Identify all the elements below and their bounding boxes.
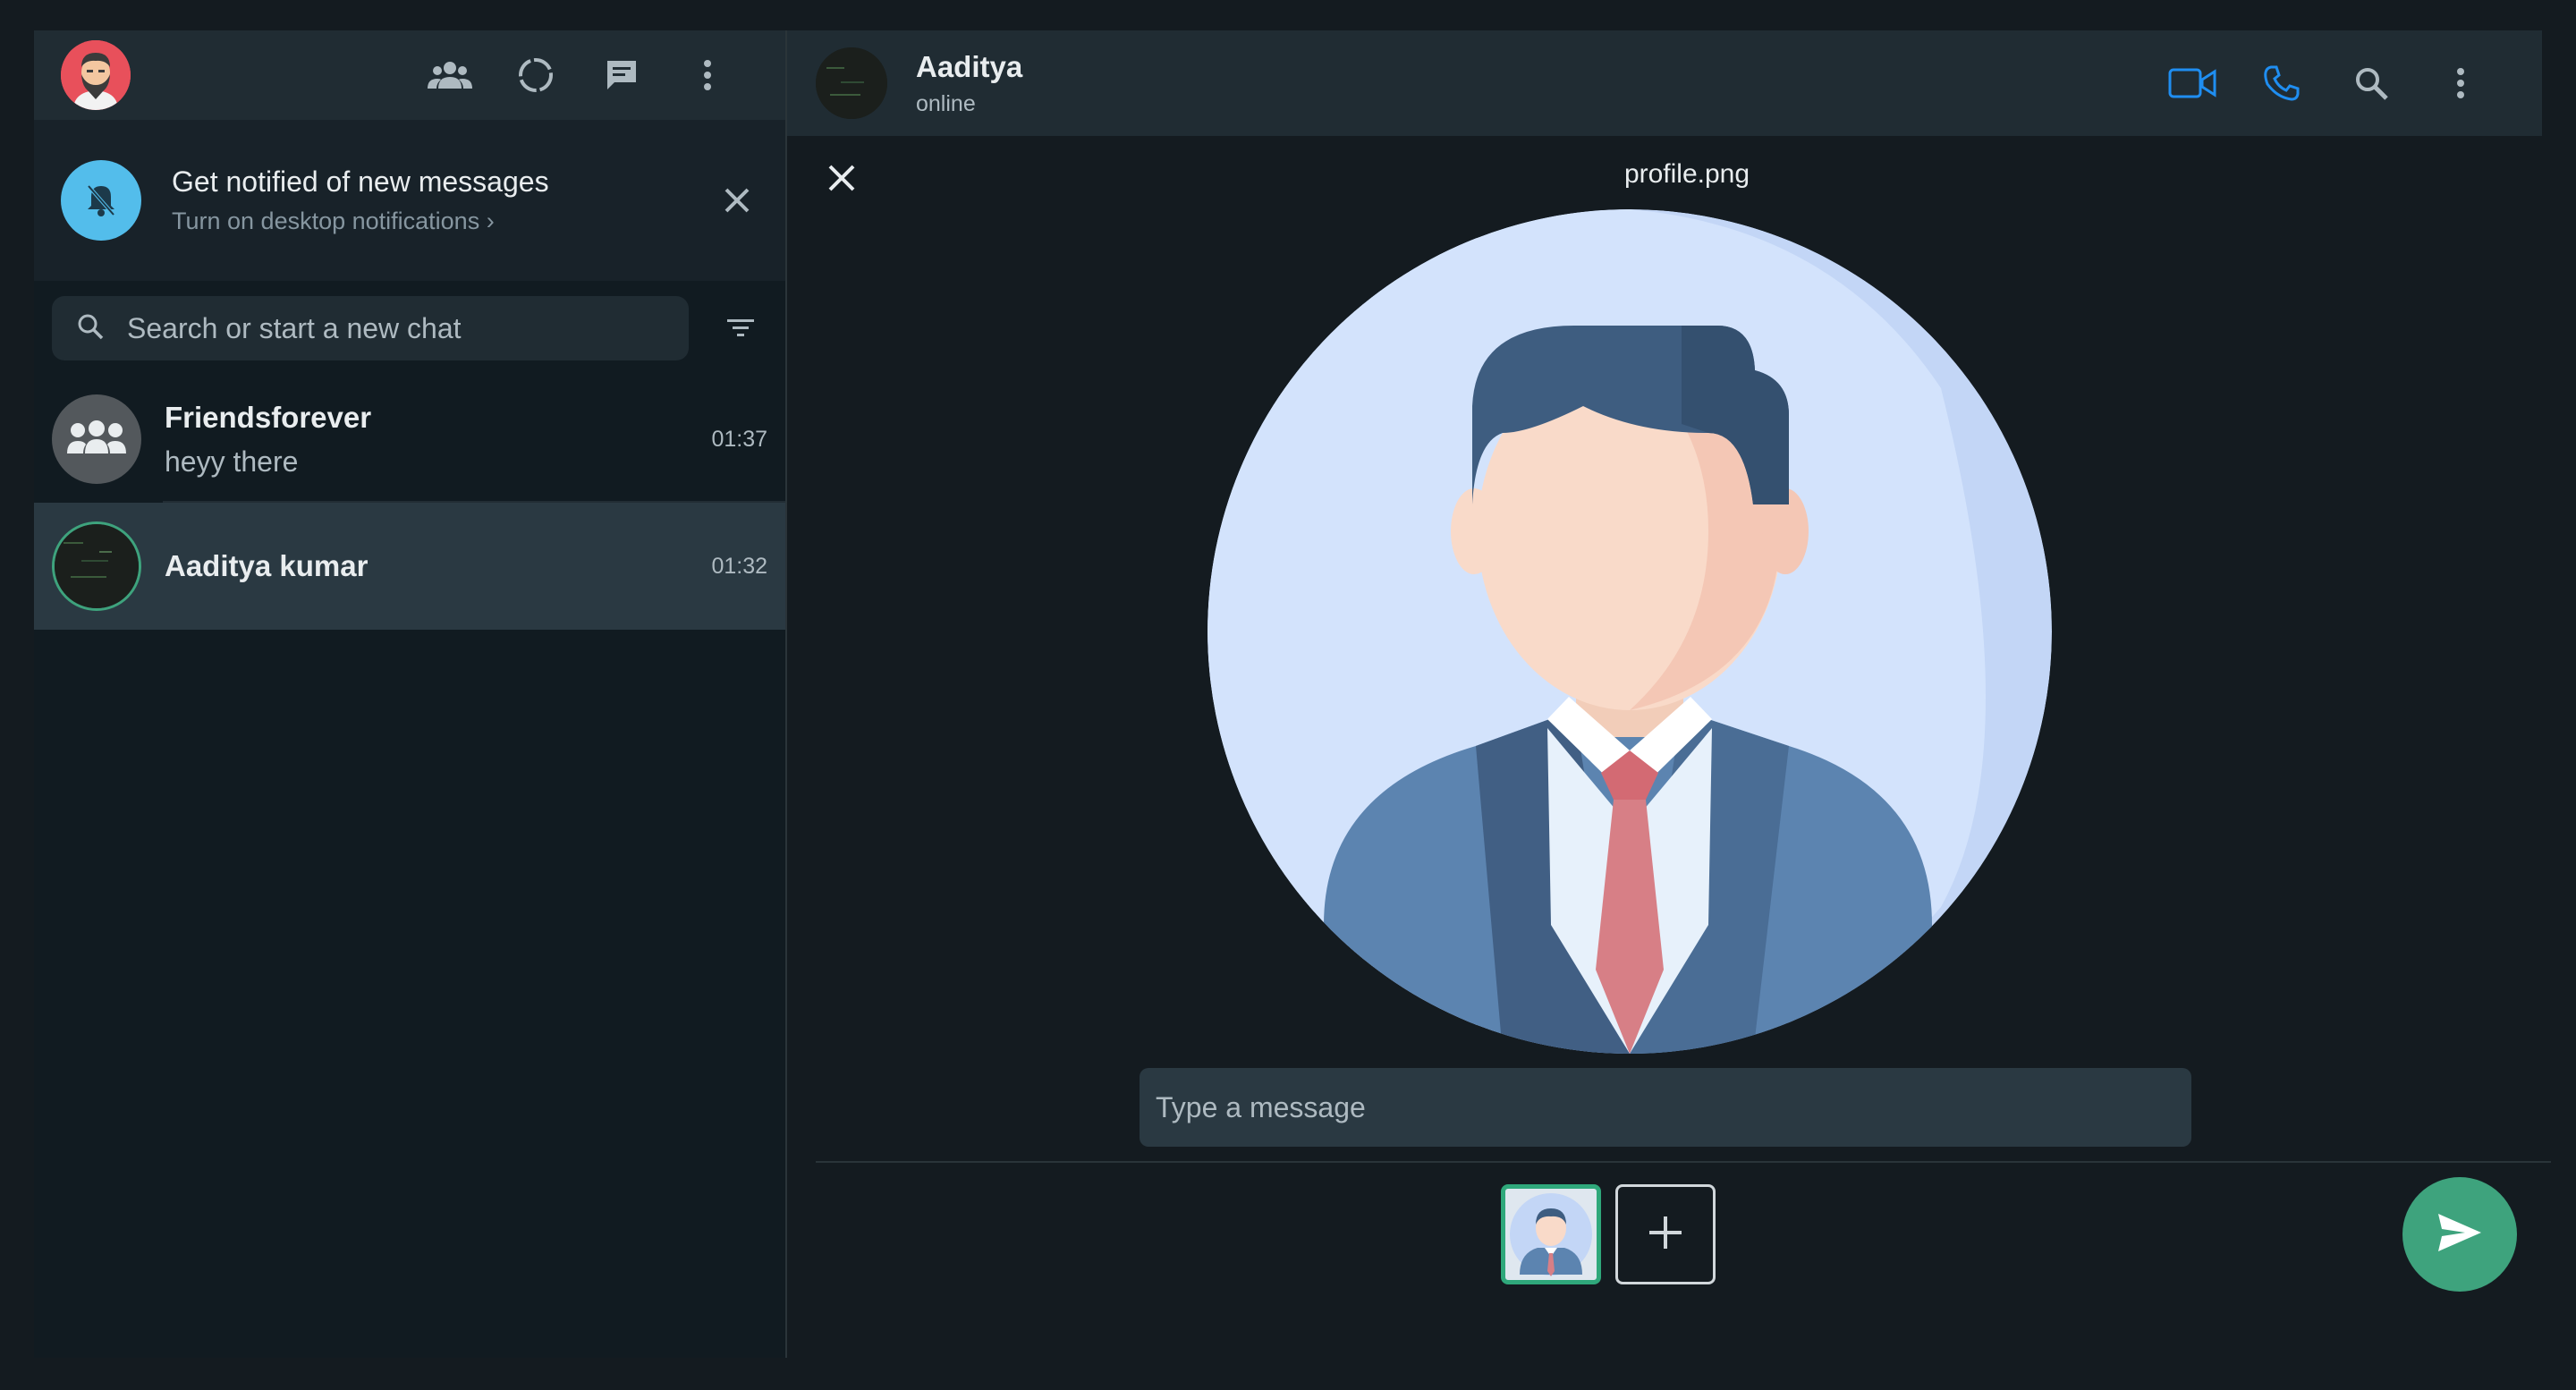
filter-icon[interactable] [719,307,762,350]
notification-banner[interactable]: Get notified of new messages Turn on des… [34,120,785,281]
add-file-button[interactable] [1615,1184,1716,1284]
menu-icon[interactable] [680,47,735,103]
send-icon [2436,1212,2483,1258]
chat-name: Aaditya kumar [165,549,369,582]
chat-item-aaditya-kumar[interactable]: Aaditya kumar 01:32 [34,503,785,630]
contact-name: Aaditya [916,49,1023,83]
contact-status: online [916,90,976,116]
my-avatar[interactable] [61,40,131,110]
notification-title: Get notified of new messages [172,165,549,198]
attachment-thumbnail[interactable] [1501,1184,1601,1284]
chat-name: Friendsforever [165,400,372,434]
contact-avatar [52,521,141,611]
notification-subtitle: Turn on desktop notifications [172,208,480,234]
caption-box[interactable] [1140,1068,2191,1147]
new-chat-icon[interactable] [594,47,649,103]
caption-input[interactable] [1156,1090,2175,1124]
bell-off-icon [61,160,141,241]
chevron-right-icon: › [486,208,495,234]
sidebar-header [34,30,785,120]
group-avatar [52,394,141,484]
search-box[interactable] [52,296,689,360]
contact-avatar[interactable] [816,47,887,119]
search-icon [77,313,104,344]
image-preview [1208,209,2052,1054]
chat-item-friendsforever[interactable]: Friendsforever heyy there 01:37 [34,376,785,503]
search-icon[interactable] [2345,57,2397,109]
search-row [34,281,785,376]
chat-last-message: heyy there [165,445,299,478]
menu-icon[interactable] [2435,57,2487,109]
chat-time: 01:32 [711,553,767,579]
plus-icon [1648,1215,1683,1255]
divider [816,1161,2551,1163]
preview-file-name: profile.png [1623,159,1750,189]
status-icon[interactable] [508,47,564,103]
community-icon[interactable] [422,47,478,103]
search-input[interactable] [127,311,664,345]
close-icon[interactable] [716,179,758,222]
notification-link[interactable]: Turn on desktop notifications › [172,208,549,235]
video-call-icon[interactable] [2166,57,2218,109]
voice-call-icon[interactable] [2256,57,2308,109]
conversation-header[interactable]: Aaditya online [787,30,2542,136]
send-button[interactable] [2402,1177,2517,1292]
sidebar: Get notified of new messages Turn on des… [34,30,787,1358]
chat-time: 01:37 [711,426,767,452]
